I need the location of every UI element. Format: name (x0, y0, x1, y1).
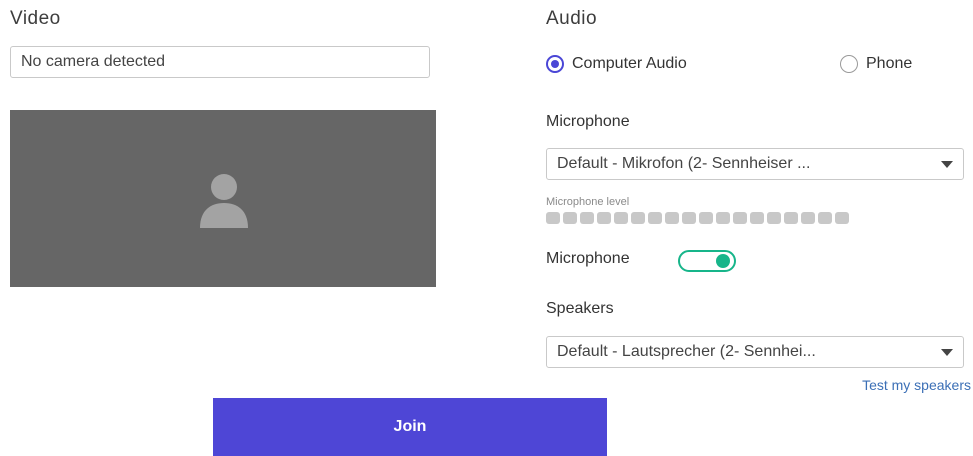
microphone-level-segment (580, 212, 594, 224)
microphone-level-segment (665, 212, 679, 224)
audio-title: Audio (546, 8, 598, 29)
video-title: Video (10, 8, 61, 29)
microphone-level-segment (716, 212, 730, 224)
microphone-level-segment (682, 212, 696, 224)
microphone-level-segment (699, 212, 713, 224)
join-button[interactable]: Join (213, 398, 607, 456)
radio-selected-icon[interactable] (546, 55, 564, 73)
radio-computer-audio[interactable]: Computer Audio (546, 55, 687, 73)
microphone-select-value: Default - Mikrofon (2- Sennheiser ... (557, 155, 811, 172)
radio-phone[interactable]: Phone (840, 55, 912, 73)
avatar-icon (200, 174, 248, 228)
microphone-level-label: Microphone level (546, 196, 630, 208)
microphone-level-segment (733, 212, 747, 224)
microphone-level-segment (614, 212, 628, 224)
microphone-level-segment (835, 212, 849, 224)
speakers-label: Speakers (546, 300, 614, 317)
microphone-level-segment (597, 212, 611, 224)
radio-phone-label: Phone (866, 55, 913, 72)
camera-select[interactable]: No camera detected (10, 46, 430, 78)
video-preview (10, 110, 436, 287)
radio-unselected-icon[interactable] (840, 55, 858, 73)
microphone-level-segment (563, 212, 577, 224)
microphone-level-segment (546, 212, 560, 224)
microphone-level-segment (801, 212, 815, 224)
microphone-level-segment (818, 212, 832, 224)
microphone-toggle[interactable] (678, 250, 736, 272)
microphone-level-segment (631, 212, 645, 224)
dropdown-caret-icon (941, 160, 953, 168)
microphone-level-segment (648, 212, 662, 224)
camera-select-value: No camera detected (21, 53, 166, 70)
dropdown-caret-icon (941, 348, 953, 356)
speakers-select[interactable]: Default - Lautsprecher (2- Sennhei... (546, 336, 964, 368)
microphone-toggle-label: Microphone (546, 250, 630, 267)
microphone-level-meter (546, 212, 849, 224)
microphone-select[interactable]: Default - Mikrofon (2- Sennheiser ... (546, 148, 964, 180)
microphone-level-segment (784, 212, 798, 224)
microphone-level-segment (750, 212, 764, 224)
test-speakers-link[interactable]: Test my speakers (862, 377, 971, 393)
microphone-level-segment (767, 212, 781, 224)
speakers-select-value: Default - Lautsprecher (2- Sennhei... (557, 343, 816, 360)
radio-computer-audio-label: Computer Audio (572, 55, 687, 72)
microphone-label: Microphone (546, 113, 630, 130)
